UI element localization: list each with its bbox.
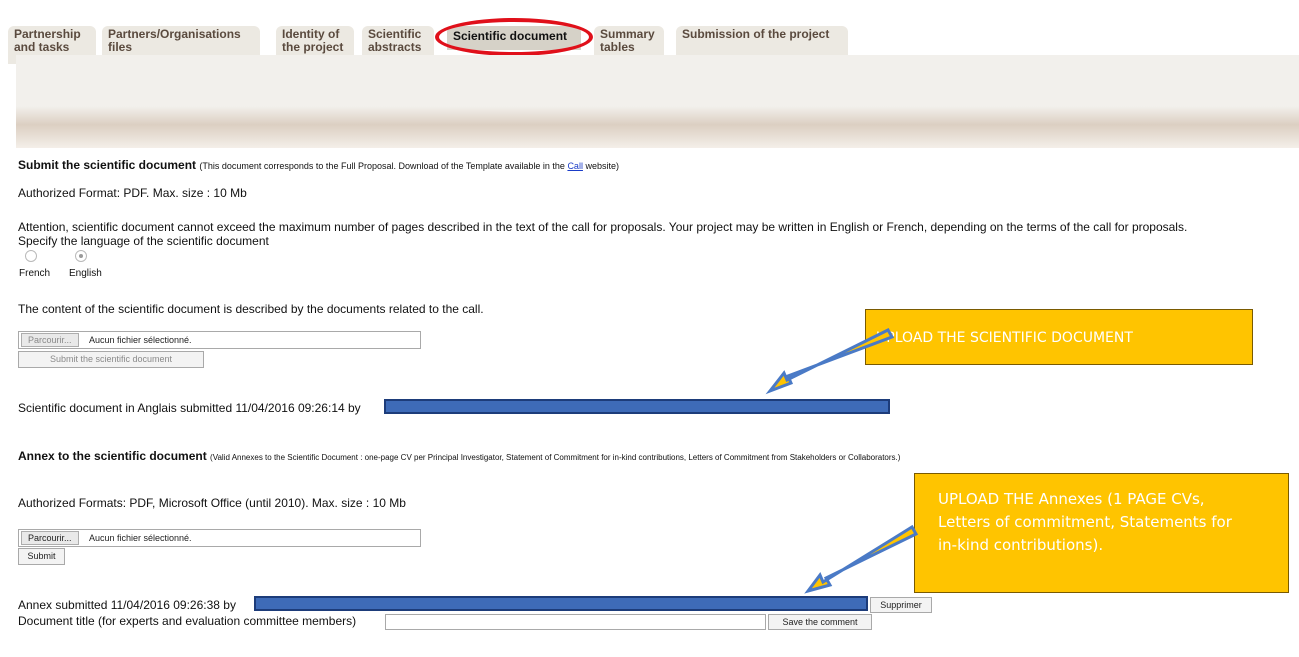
annotation-arrows <box>765 328 919 594</box>
arrow-to-annex-submit <box>804 524 919 594</box>
arrow-to-scientific-submit <box>765 328 895 395</box>
